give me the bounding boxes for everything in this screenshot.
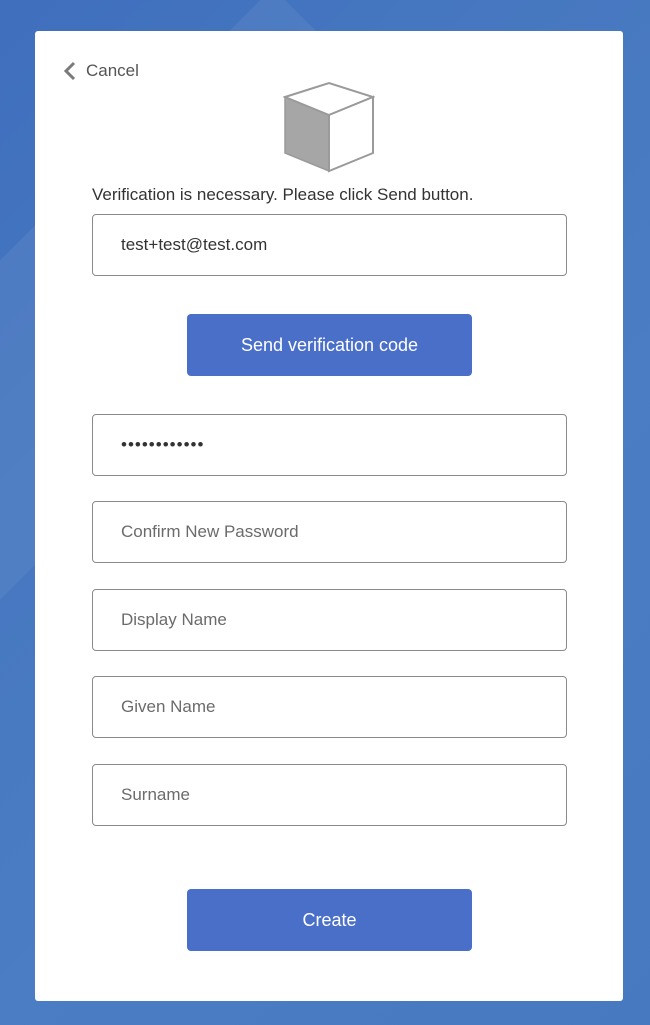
verification-instructions: Verification is necessary. Please click … bbox=[92, 185, 474, 204]
create-button[interactable]: Create bbox=[187, 889, 472, 951]
chevron-left-icon bbox=[63, 61, 76, 81]
signup-card: Cancel Verification is necessary. Please… bbox=[35, 31, 623, 1001]
cancel-link[interactable]: Cancel bbox=[63, 61, 139, 81]
email-field[interactable] bbox=[92, 214, 567, 276]
confirm-password-field[interactable] bbox=[92, 501, 567, 563]
new-password-field[interactable] bbox=[92, 414, 567, 476]
send-verification-code-button[interactable]: Send verification code bbox=[187, 314, 472, 376]
given-name-field[interactable] bbox=[92, 676, 567, 738]
display-name-field[interactable] bbox=[92, 589, 567, 651]
cancel-label: Cancel bbox=[86, 61, 139, 80]
cube-icon bbox=[283, 81, 375, 173]
surname-field[interactable] bbox=[92, 764, 567, 826]
